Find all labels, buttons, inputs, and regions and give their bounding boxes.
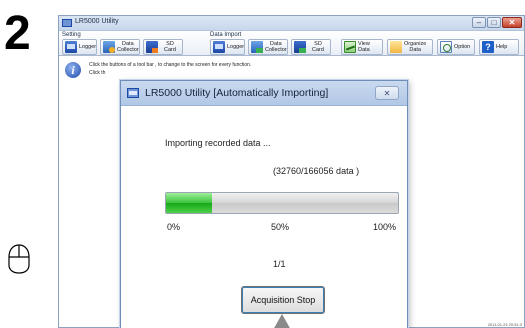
option-button[interactable]: Option (437, 39, 475, 55)
data-collector-import-label: Data Collector (265, 41, 287, 53)
mouse-icon (8, 244, 30, 274)
data-collector-import-icon (251, 41, 263, 53)
data-collector-icon (103, 41, 115, 53)
sd-card-import-button[interactable]: SD Card (291, 39, 331, 55)
data-collector-setting-label: Data Collector (117, 41, 139, 53)
logger-import-label: Logger (227, 44, 245, 50)
close-icon: ✕ (383, 89, 391, 98)
import-message: Importing recorded data ... (165, 138, 271, 148)
data-collector-setting-button[interactable]: Data Collector (100, 39, 140, 55)
folder-icon (390, 41, 402, 53)
toolbar: Setting Data Import Logger Data Collecto… (59, 31, 524, 56)
progress-fill (166, 193, 212, 213)
pointer-arrow-icon (273, 314, 291, 328)
sd-card-setting-label: SD Card (164, 41, 176, 53)
sd-card-import-label: SD Card (312, 41, 324, 53)
window-close-button[interactable]: ✕ (502, 17, 522, 28)
hint-text-2: Click th (89, 70, 106, 76)
maximize-button[interactable]: □ (487, 17, 501, 28)
option-icon (440, 41, 452, 53)
sd-card-setting-button[interactable]: SD Card (143, 39, 183, 55)
logger-import-icon (213, 41, 225, 53)
help-button[interactable]: Help (479, 39, 519, 55)
logger-icon (65, 41, 77, 53)
progress-tick-50: 50% (271, 222, 290, 232)
view-data-label: View Data (358, 41, 370, 53)
progress-tick-0: 0% (167, 222, 181, 232)
acquisition-stop-button[interactable]: Acquisition Stop (241, 286, 325, 314)
sd-card-icon (146, 41, 158, 53)
chart-icon (344, 41, 356, 53)
info-icon: i (65, 62, 81, 78)
page-counter: 1/1 (273, 259, 286, 269)
window-controls: – □ ✕ (472, 17, 522, 29)
import-count: (32760/166056 data ) (273, 166, 360, 176)
close-icon: ✕ (508, 18, 516, 27)
status-timestamp: 2011.01.23 20:51:3 (487, 322, 522, 327)
minimize-button[interactable]: – (472, 17, 486, 28)
dialog-close-button[interactable]: ✕ (375, 86, 399, 100)
progress-tick-100: 100% (373, 222, 397, 232)
help-label: Help (496, 44, 508, 50)
dialog-body: Importing recorded data ... (32760/16605… (121, 106, 407, 328)
help-icon (482, 41, 494, 53)
minimize-icon: – (476, 18, 482, 27)
app-titlebar: LR5000 Utility – □ ✕ (59, 16, 524, 31)
logger-setting-label: Logger (79, 44, 97, 50)
group-label-setting: Setting (62, 32, 81, 38)
app-title: LR5000 Utility (75, 18, 119, 25)
logger-setting-button[interactable]: Logger (62, 39, 97, 55)
data-collector-import-button[interactable]: Data Collector (248, 39, 288, 55)
group-label-data-import: Data Import (210, 32, 242, 38)
option-label: Option (454, 44, 471, 50)
sd-card-import-icon (294, 41, 306, 53)
logger-import-button[interactable]: Logger (210, 39, 245, 55)
view-data-button[interactable]: View Data (341, 39, 383, 55)
dialog-title: LR5000 Utility [Automatically Importing] (145, 87, 329, 99)
organize-data-label: Organize Data (404, 41, 427, 53)
dialog-titlebar[interactable]: LR5000 Utility [Automatically Importing]… (121, 81, 407, 106)
organize-data-button[interactable]: Organize Data (387, 39, 433, 55)
maximize-icon: □ (491, 18, 497, 27)
step-number: 2 (4, 7, 31, 60)
hint-text: Click the buttons of a tool bar , to cha… (89, 62, 252, 68)
app-icon (62, 19, 72, 27)
importing-dialog: LR5000 Utility [Automatically Importing]… (120, 80, 408, 328)
dialog-app-icon (127, 88, 139, 98)
import-progress-bar (165, 192, 399, 214)
